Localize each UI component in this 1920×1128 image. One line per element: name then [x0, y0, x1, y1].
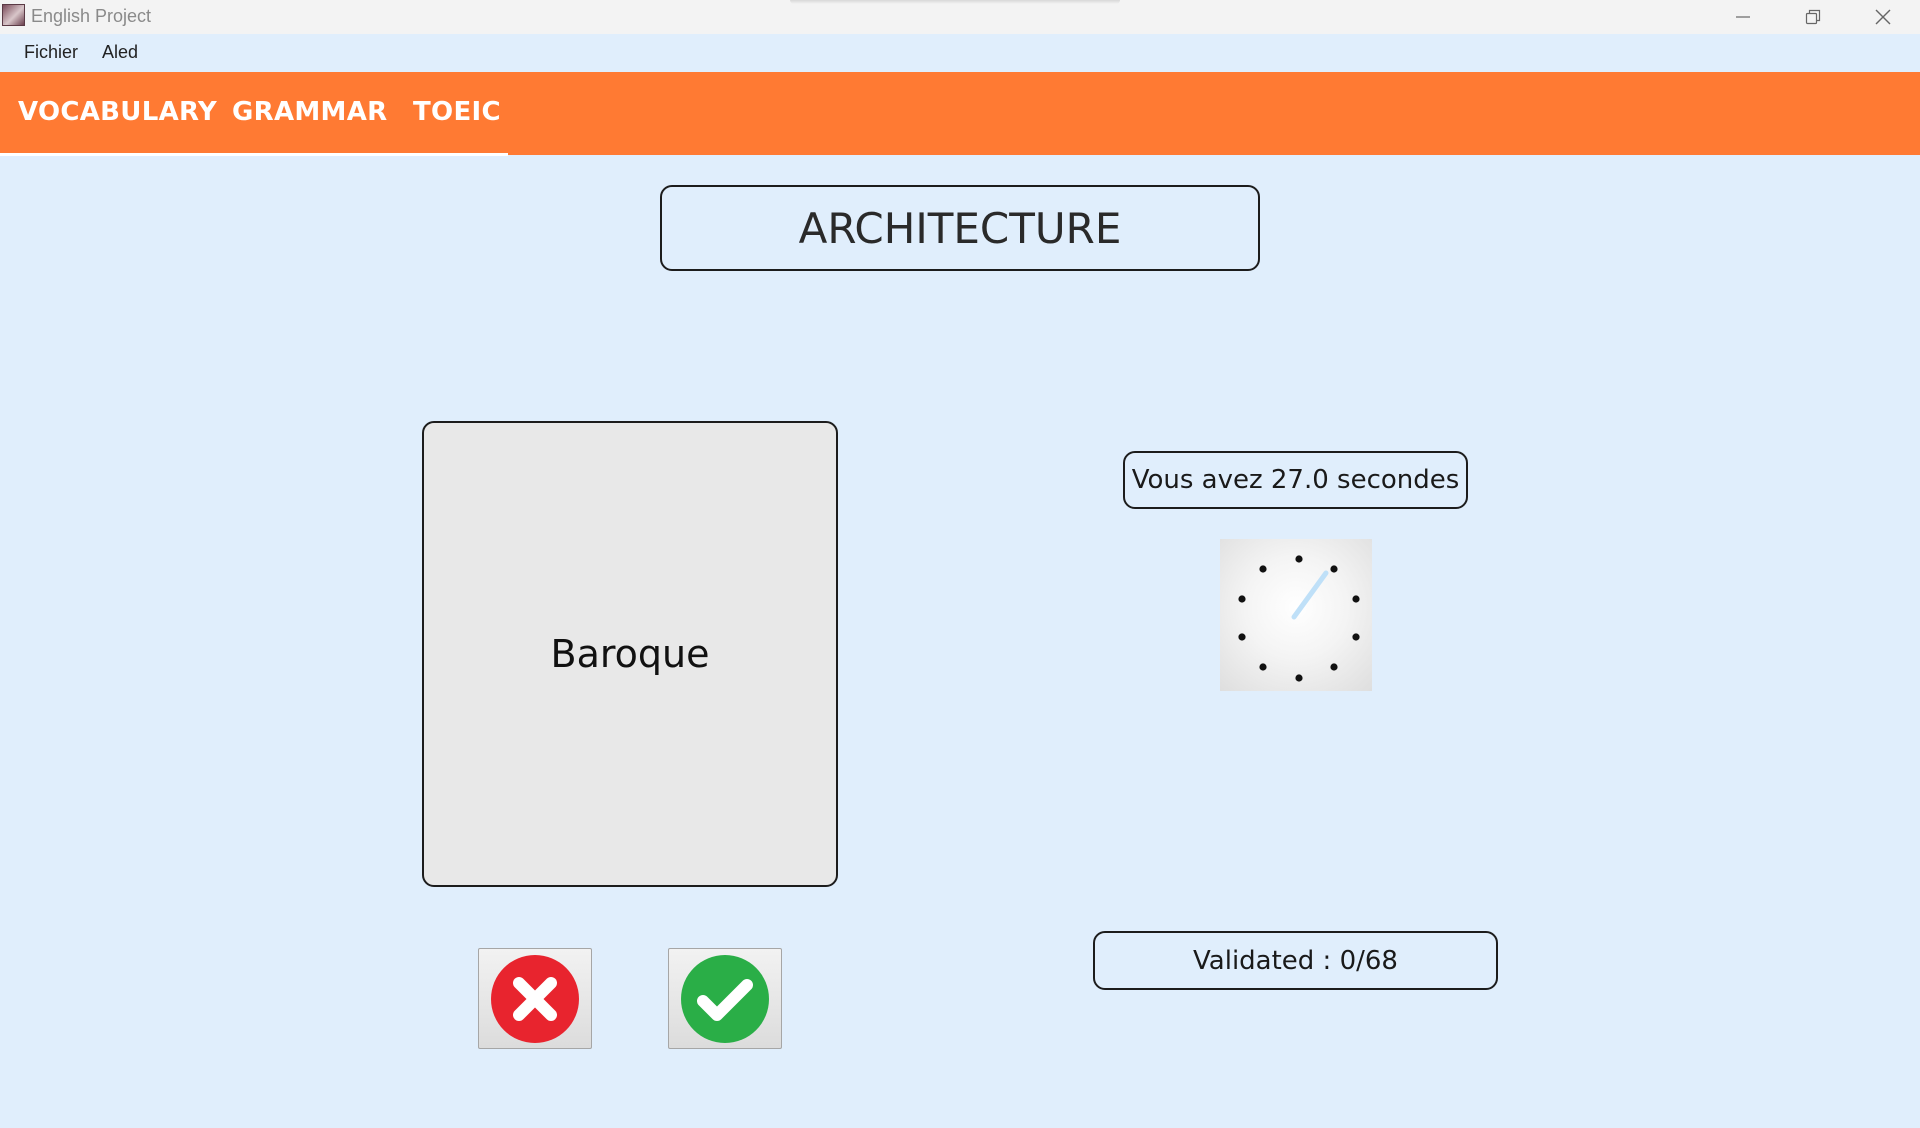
menu-fichier[interactable]: Fichier: [24, 42, 78, 63]
tab-vocabulary[interactable]: VOCABULARY: [18, 97, 217, 127]
clock-icon: [1220, 539, 1372, 691]
timer-label: Vous avez 27.0 secondes: [1123, 451, 1468, 509]
right-button[interactable]: [668, 948, 782, 1049]
tab-bar: VOCABULARY GRAMMAR TOEIC: [0, 72, 1920, 155]
menu-aled[interactable]: Aled: [102, 42, 138, 63]
active-tab-indicator: [0, 153, 508, 156]
top-shadow: [790, 0, 1120, 4]
tab-grammar[interactable]: GRAMMAR: [232, 97, 387, 127]
tab-toeic[interactable]: TOEIC: [413, 97, 501, 127]
category-title: ARCHITECTURE: [660, 185, 1260, 271]
check-circle-icon: [681, 954, 769, 1043]
close-icon: [1875, 9, 1891, 25]
word-text: Baroque: [550, 632, 710, 676]
menu-bar: Fichier Aled: [0, 34, 1920, 72]
validated-counter: Validated : 0/68: [1093, 931, 1498, 990]
minimize-icon: [1736, 16, 1750, 18]
window-title: English Project: [31, 6, 152, 26]
title-bar: English Project: [0, 0, 1920, 34]
word-card[interactable]: Baroque: [422, 421, 838, 887]
restore-icon: [1805, 9, 1821, 25]
restore-button[interactable]: [1778, 0, 1848, 34]
minimize-button[interactable]: [1708, 0, 1778, 34]
close-button[interactable]: [1848, 0, 1918, 34]
x-circle-icon: [491, 954, 579, 1043]
app-logo-icon: [2, 4, 25, 26]
wrong-button[interactable]: [478, 948, 592, 1049]
